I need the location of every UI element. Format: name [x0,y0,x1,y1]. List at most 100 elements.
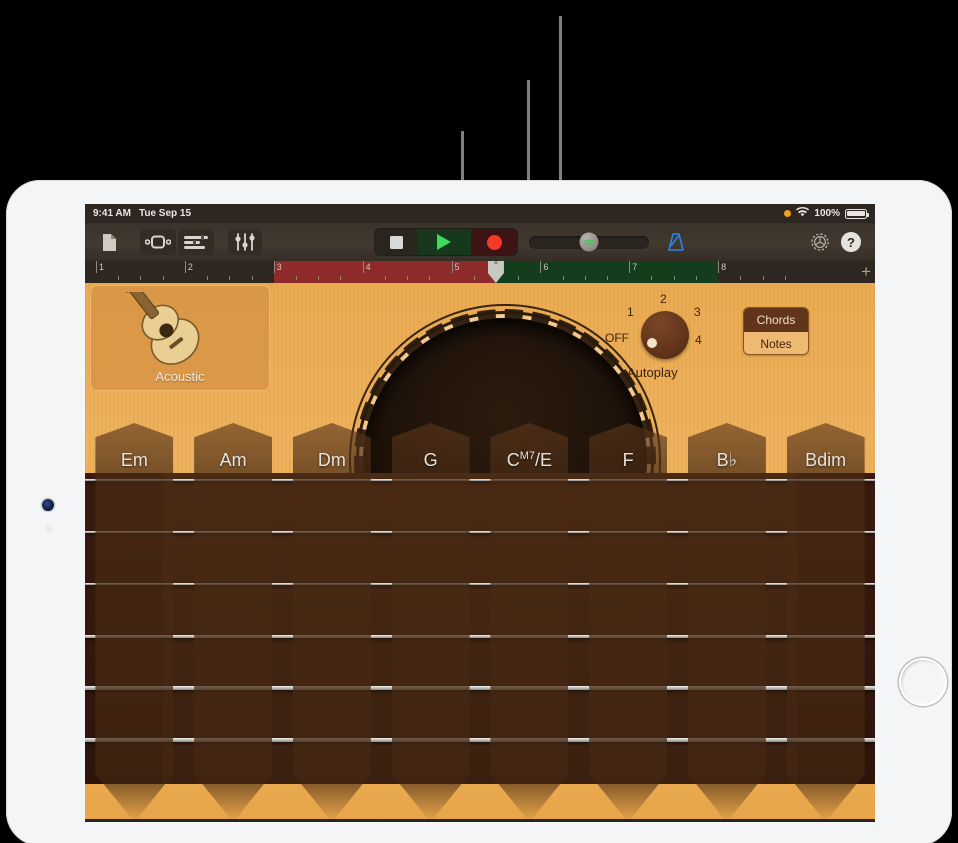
bar-number: 4 [365,262,371,272]
bar-number: 3 [276,262,282,272]
chord-strip-body[interactable] [687,478,766,822]
tracks-view-icon[interactable] [178,229,214,255]
chord-strip[interactable]: Em [85,413,184,822]
status-time: 9:41 AM [93,208,131,219]
autoplay-label: Autoplay [627,365,678,380]
mic-indicator-icon [784,210,792,217]
ruler-tick [695,276,697,280]
bar-line [184,261,186,273]
acoustic-guitar-icon [120,283,239,373]
chord-strip[interactable]: Am [184,413,283,822]
ruler-tick [162,276,164,280]
autoplay-position-3[interactable]: 3 [694,305,701,319]
autoplay-control[interactable]: OFF 1 2 3 4 Autoplay [605,289,723,385]
tab-notes[interactable]: Notes [744,332,808,354]
master-volume-slider[interactable] [529,232,649,252]
chord-strip-head[interactable]: Dm [292,423,371,478]
timeline-ruler[interactable]: 1 2 3 4 5 6 7 8 + [85,261,875,283]
chord-strip-body[interactable] [194,478,273,822]
chord-strip-head[interactable]: Em [95,423,174,478]
autoplay-position-1[interactable]: 1 [627,305,634,319]
gear-icon[interactable] [804,229,836,255]
chord-name-label: Em [120,450,148,470]
ruler-tick [207,276,209,280]
ruler-tick [229,276,231,280]
chord-strip-head[interactable]: Bdim [786,423,865,478]
ruler-tick [518,276,520,280]
chord-strip[interactable]: F [579,413,678,822]
chord-strip[interactable]: Bdim [776,413,875,822]
chord-strip-head[interactable]: F [589,423,668,478]
bar-number: 5 [454,262,460,272]
bar-number: 8 [721,262,727,272]
play-icon [437,234,451,250]
chord-strip-body[interactable] [292,478,371,822]
autoplay-knob[interactable] [641,311,689,359]
transport-controls [375,229,517,255]
instrument-selector[interactable]: Acoustic [90,283,270,391]
chord-name-label: Bdim [805,450,847,470]
stop-button[interactable] [375,229,417,255]
ruler-tick [429,276,431,280]
bar-number: 2 [187,262,193,272]
bar-line [362,261,364,273]
status-bar: 9:41 AM Tue Sep 15 100% [85,204,875,223]
guitar-instrument-area[interactable]: Acoustic OFF 1 2 3 4 Autoplay Chords Not… [85,283,875,822]
chord-strip[interactable]: Dm [283,413,382,822]
mixer-sliders-icon[interactable] [228,229,262,255]
chord-strip[interactable]: G [381,413,480,822]
ruler-tick [607,276,609,280]
bar-number: 6 [543,262,549,272]
add-track-button[interactable]: + [861,263,871,280]
battery-percent: 100% [814,208,840,219]
ipad-device: 9:41 AM Tue Sep 15 100% ? 1 2 3 4 5 6 7 … [6,180,952,843]
bar-line [96,261,97,273]
chord-strip-body[interactable] [95,478,174,822]
chord-name-label: Am [219,450,247,470]
ruler-tick [473,276,475,280]
autoplay-position-off[interactable]: OFF [605,331,629,345]
play-button[interactable] [417,229,471,255]
chords-notes-toggle[interactable]: Chords Notes [743,307,809,355]
bar-line [540,261,542,273]
ruler-tick [762,276,764,280]
autoplay-position-4[interactable]: 4 [695,333,702,347]
chord-strip[interactable]: B♭ [678,413,777,822]
record-button[interactable] [471,229,517,255]
chord-strip-body[interactable] [490,478,569,822]
chord-strip-head[interactable]: B♭ [687,423,766,478]
help-icon: ? [841,232,861,252]
screenshot-stage: 9:41 AM Tue Sep 15 100% ? 1 2 3 4 5 6 7 … [0,0,958,843]
ruler-tick [784,276,786,280]
ruler-tick [251,276,253,280]
volume-slider-knob[interactable] [579,232,599,252]
chord-strip-body[interactable] [786,478,865,822]
metronome-icon[interactable] [661,229,691,255]
chord-strip-body[interactable] [589,478,668,822]
bar-number: 7 [632,262,638,272]
help-button[interactable]: ? [836,229,866,255]
wifi-icon [796,206,810,220]
tab-chords[interactable]: Chords [744,308,808,332]
autoplay-position-2[interactable]: 2 [660,292,667,306]
ruler-tick [740,276,742,280]
chord-strip-head[interactable]: G [391,423,470,478]
instrument-view-icon[interactable] [140,229,176,255]
ambient-sensor-icon [45,525,52,532]
autoplay-knob-indicator [647,338,657,348]
chord-strip-head[interactable]: CM7/E [490,423,569,478]
bar-line [273,261,275,273]
chord-strip-body[interactable] [391,478,470,822]
document-icon[interactable] [94,229,124,255]
ruler-tick [407,276,409,280]
chord-strip-head[interactable]: Am [194,423,273,478]
chord-name-label: CM7/E [506,450,553,470]
record-icon [486,234,502,250]
ipad-screen: 9:41 AM Tue Sep 15 100% ? 1 2 3 4 5 6 7 … [85,204,875,822]
ruler-tick [562,276,564,280]
stop-icon [389,235,403,249]
chord-strip[interactable]: CM7/E [480,413,579,822]
battery-full-icon [845,208,870,219]
home-button[interactable] [899,658,947,706]
ruler-tick [651,276,653,280]
